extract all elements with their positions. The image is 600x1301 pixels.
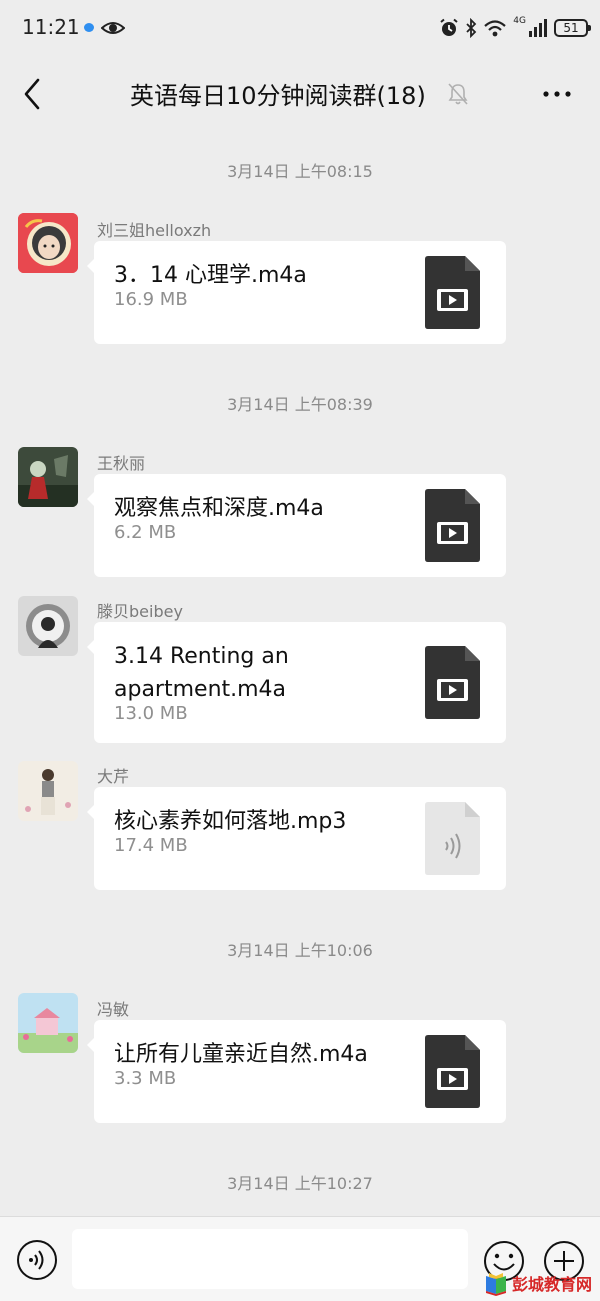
network-label: 4G: [513, 16, 526, 26]
video-file-icon: [425, 1035, 480, 1108]
file-message[interactable]: 3．14 心理学.m4a 16.9 MB: [87, 241, 506, 344]
chat-header: 英语每日10分钟阅读群(18): [0, 58, 600, 130]
avatar[interactable]: [18, 213, 78, 273]
file-message[interactable]: 核心素养如何落地.mp3 17.4 MB: [87, 787, 506, 890]
file-size: 17.4 MB: [114, 835, 188, 856]
eye-icon: [101, 22, 125, 34]
message-timestamp: 3月14日 上午10:27: [227, 1174, 373, 1193]
notification-dot-icon: [84, 23, 94, 32]
chevron-left-icon[interactable]: [14, 72, 54, 116]
avatar[interactable]: [18, 447, 78, 507]
video-file-icon: [425, 646, 480, 719]
more-horizontal-icon[interactable]: [537, 80, 577, 108]
file-message[interactable]: 让所有儿童亲近自然.m4a 3.3 MB: [87, 1020, 506, 1123]
file-size: 3.3 MB: [114, 1068, 177, 1089]
file-message[interactable]: 3.14 Renting an apartment.m4a 13.0 MB: [87, 622, 506, 743]
sender-name: 滕贝beibey: [97, 602, 183, 621]
file-name: 观察焦点和深度.m4a: [114, 496, 324, 521]
file-name: 3.14 Renting an apartment.m4a: [114, 644, 289, 702]
file-message[interactable]: 观察焦点和深度.m4a 6.2 MB: [87, 474, 506, 577]
file-name: 核心素养如何落地.mp3: [114, 809, 347, 834]
file-name: 让所有儿童亲近自然.m4a: [114, 1042, 368, 1067]
watermark: 彭城教育网: [483, 1270, 592, 1296]
book-logo-icon: [486, 1273, 506, 1296]
watermark-text: 彭城教育网: [512, 1275, 593, 1294]
avatar[interactable]: [18, 993, 78, 1053]
signal-icon: [529, 19, 547, 37]
message-timestamp: 3月14日 上午08:15: [227, 162, 373, 181]
file-size: 13.0 MB: [114, 703, 188, 724]
status-time: 11:21: [22, 15, 80, 39]
battery-icon: 51: [554, 19, 591, 37]
status-bar: 11:21 4G 51: [0, 0, 600, 58]
avatar[interactable]: [18, 761, 78, 821]
file-size: 16.9 MB: [114, 289, 188, 310]
avatar[interactable]: [18, 596, 78, 656]
message-timestamp: 3月14日 上午10:06: [227, 941, 373, 960]
video-file-icon: [425, 256, 480, 329]
chat-title: 英语每日10分钟阅读群(18): [130, 82, 426, 110]
audio-file-icon: [425, 802, 480, 875]
file-size: 6.2 MB: [114, 522, 177, 543]
sender-name: 冯敏: [97, 1000, 130, 1019]
wifi-icon: [484, 20, 507, 37]
file-name: 3．14 心理学.m4a: [114, 263, 307, 288]
bell-off-icon: [448, 83, 468, 105]
sender-name: 大芹: [97, 767, 130, 786]
status-icons: 4G 51: [439, 16, 591, 40]
alarm-icon: [440, 18, 458, 36]
message-timestamp: 3月14日 上午08:39: [227, 395, 373, 414]
voice-icon[interactable]: [16, 1239, 58, 1281]
bluetooth-icon: [466, 18, 477, 38]
message-input[interactable]: [72, 1229, 468, 1289]
sender-name: 王秋丽: [97, 454, 146, 473]
video-file-icon: [425, 489, 480, 562]
sender-name: 刘三姐helloxzh: [97, 221, 212, 240]
